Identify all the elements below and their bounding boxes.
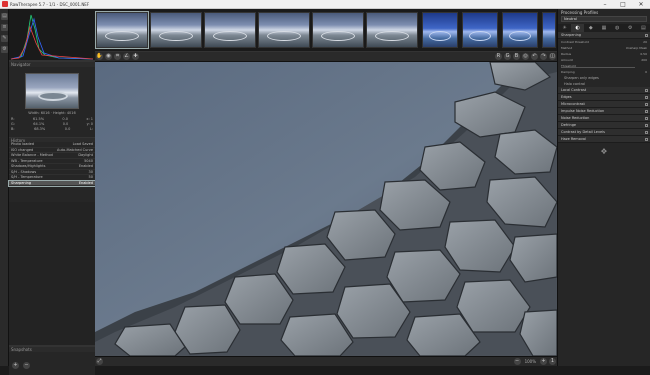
navigator-info: Width: 6016 · Height: 4016 [28,111,76,115]
zoom-out-icon[interactable]: − [513,358,521,365]
straighten-icon[interactable]: ∠ [123,53,130,60]
section-haze-removal[interactable]: Haze Removal [558,136,650,143]
app-logo-icon [2,1,8,7]
tab-advanced[interactable]: ▦ [597,24,610,32]
tab-raw[interactable]: ⚙ [624,24,637,32]
window-title: RawTherapee 5.7 - 1/1 - DSC_0001.NEF [10,1,90,7]
tab-transform[interactable]: ◍ [611,24,624,32]
snapshot-controls: + − [9,352,95,369]
preview-green-icon[interactable]: G [504,53,511,60]
tool-tabs: ☀ ◐ ◆ ▦ ◍ ⚙ ▤ [558,24,650,32]
histogram [9,9,95,61]
undo-icon[interactable]: ↶ [531,53,538,60]
section-microcontrast[interactable]: Microcontrast [558,101,650,108]
left-panel: Navigator Width: 6016 · Height: 4016 R: 6… [8,9,96,375]
nav-row: G: 64.1% 0.0 y: 0 [11,122,93,126]
close-button[interactable]: ✕ [632,0,650,9]
queue-icon[interactable]: ≡ [1,24,8,31]
color-picker-icon[interactable]: ✚ [132,53,139,60]
section-noise-reduction[interactable]: Noise Reduction [558,115,650,122]
nav-row: B: 68.3% 0.0 L: [11,127,93,131]
editor-status-bar: ⤢ − 100% + 1 [95,356,557,366]
image-canvas[interactable] [95,62,557,356]
section-sharpening[interactable]: Sharpening [558,32,650,39]
filmstrip-thumb[interactable] [422,12,458,48]
zoom-fit-icon[interactable]: ⤢ [96,358,103,365]
crop-icon[interactable]: ⌗ [114,53,121,60]
section-contrast-detail[interactable]: Contrast by Detail Levels [558,129,650,136]
preview-red-icon[interactable]: R [495,53,502,60]
tab-color[interactable]: ◆ [584,24,597,32]
navigator: Width: 6016 · Height: 4016 R: 61.5% 0.0 x: … [9,67,95,137]
preview-blue-icon[interactable]: B [513,53,520,60]
redo-icon[interactable]: ↷ [540,53,547,60]
filmstrip [95,9,557,52]
filmstrip-thumb[interactable] [204,12,256,48]
hand-tool-icon[interactable]: ✋ [96,53,103,60]
filmstrip-thumb[interactable] [312,12,364,48]
maximize-button[interactable]: □ [614,0,632,9]
settings-icon[interactable]: ⚙ [1,46,8,53]
focus-mask-icon[interactable]: ◎ [522,53,529,60]
filmstrip-thumb[interactable] [258,12,310,48]
processing-profiles-title: Processing Profiles [561,10,599,15]
section-edges[interactable]: Edges [558,94,650,101]
filmstrip-thumb[interactable] [502,12,538,48]
right-panel: Processing Profiles Neutral ☀ ◐ ◆ ▦ ◍ ⚙ … [557,9,650,366]
file-browser-icon[interactable]: ▤ [1,13,8,20]
slider-damping[interactable]: Damping 0 [561,69,647,75]
tab-exposure[interactable]: ☀ [558,24,571,32]
history-list: Photo loaded Load Saved ISO changed Auto-M… [8,142,96,202]
filmstrip-thumb[interactable] [150,12,202,48]
history-item-selected[interactable]: Sharpening Enabled [8,179,96,187]
filmstrip-thumb[interactable] [95,11,149,49]
before-after-icon[interactable]: ◫ [549,53,556,60]
left-tool-strip: ▤ ≡ ✎ ⚙ [0,9,9,366]
snapshots-panel: Snapshots + − [9,345,95,375]
title-bar: RawTherapee 5.7 - 1/1 - DSC_0001.NEF – □… [0,0,650,9]
wb-picker-icon[interactable]: ◉ [105,53,112,60]
profile-select[interactable]: Neutral [561,16,647,22]
app-window: RawTherapee 5.7 - 1/1 - DSC_0001.NEF – □… [0,0,650,375]
editor-icon[interactable]: ✎ [1,35,8,42]
zoom-100-icon[interactable]: 1 [549,358,556,365]
zoom-level: 100% [524,359,536,364]
section-local-contrast[interactable]: Local Contrast [558,87,650,94]
filmstrip-thumb[interactable] [366,12,418,48]
section-defringe[interactable]: Defringe [558,122,650,129]
tab-metadata[interactable]: ▤ [637,24,650,32]
section-impulse-nr[interactable]: Impulse Noise Reduction [558,108,650,115]
filmstrip-thumb[interactable] [462,12,498,48]
minimize-button[interactable]: – [596,0,614,9]
editor-toolbar: ✋ ◉ ⌗ ∠ ✚ R G B ◎ ↶ ↷ ◫ [95,52,557,62]
zoom-in-icon[interactable]: + [540,358,547,365]
navigator-thumbnail[interactable] [25,73,79,109]
tab-detail[interactable]: ◐ [571,24,585,32]
filmstrip-thumb[interactable] [542,12,556,48]
decorative-ornament-icon: ❖ [600,147,608,156]
nav-row: R: 61.5% 0.0 x: 1 [11,117,93,121]
